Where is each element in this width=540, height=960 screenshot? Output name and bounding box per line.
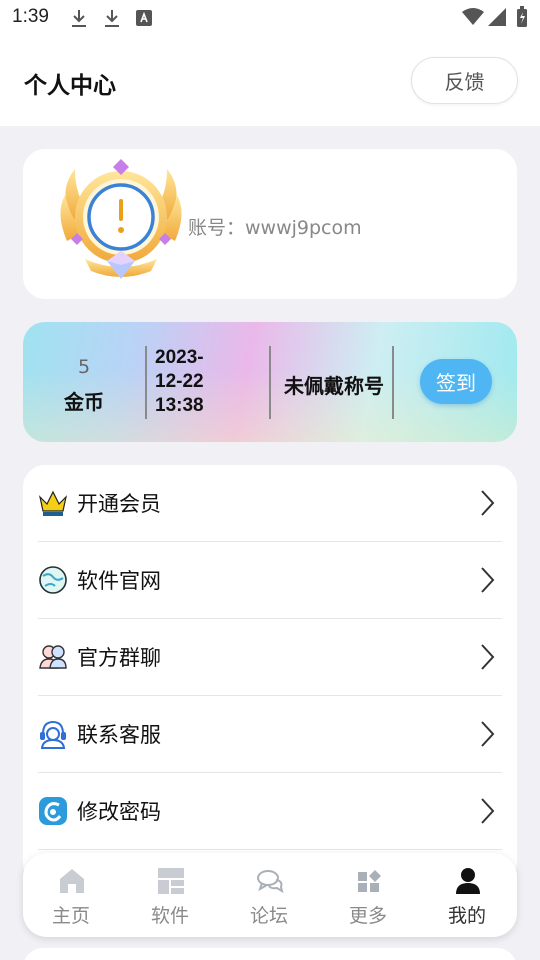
battery-icon [517, 6, 527, 27]
apps-icon [158, 868, 184, 894]
group-chat-icon [39, 645, 67, 669]
nav-item-home[interactable]: 主页 [31, 865, 111, 931]
next-card [23, 948, 517, 960]
chevron-right-icon [481, 721, 495, 747]
globe-icon [39, 566, 67, 594]
nav-label: 软件 [150, 905, 189, 927]
divider [145, 346, 147, 419]
customer-service-icon [40, 720, 66, 749]
coins-value: 5 [77, 356, 91, 378]
signal-icon [488, 8, 506, 26]
profile-icon [456, 868, 480, 894]
status-bar: 1:39 [0, 0, 540, 36]
nav-item-more[interactable]: 更多 [328, 865, 408, 931]
nav-label: 论坛 [249, 905, 288, 927]
date-line: 12-22 [155, 371, 204, 392]
nav-label: 更多 [348, 905, 387, 927]
divider [392, 346, 394, 419]
time-line: 13:38 [155, 395, 204, 416]
download-icon [72, 10, 86, 27]
account-id: 账号：wwwj9pcom [188, 217, 362, 239]
bottom-nav: 主页 软件 论坛 更多 我的 [23, 853, 517, 937]
nav-label: 主页 [51, 905, 90, 927]
avatar-badge-icon[interactable] [53, 151, 189, 285]
date-line: 2023- [155, 347, 204, 368]
menu-item-label: 修改密码 [77, 800, 161, 824]
wifi-icon [462, 8, 484, 25]
divider [269, 346, 271, 419]
more-icon [358, 870, 381, 892]
chevron-right-icon [481, 490, 495, 516]
download-icon [105, 10, 119, 27]
menu-item-label: 开通会员 [77, 492, 161, 516]
menu-item-customer-service[interactable]: 联系客服 [23, 696, 517, 773]
chevron-right-icon [481, 798, 495, 824]
forum-icon [257, 870, 284, 894]
nav-item-forum[interactable]: 论坛 [229, 865, 309, 931]
page-title: 个人中心 [24, 73, 116, 99]
status-time: 1:39 [12, 6, 49, 27]
menu-card: 开通会员 软件官网 官方群聊 联系客服 修改密码 [23, 465, 517, 885]
menu-item-change-password[interactable]: 修改密码 [23, 773, 517, 850]
menu-item-label: 联系客服 [77, 723, 161, 747]
checkin-button[interactable]: 签到 [420, 359, 492, 404]
menu-item-membership[interactable]: 开通会员 [23, 465, 517, 542]
header: 个人中心 反馈 [0, 36, 540, 126]
title-status: 未佩戴称号 [284, 374, 384, 398]
chevron-right-icon [481, 567, 495, 593]
coins-label: 金币 [64, 390, 104, 414]
crown-icon [38, 490, 68, 516]
menu-item-label: 软件官网 [77, 569, 161, 593]
app-notification-icon [136, 10, 152, 26]
nav-label: 我的 [447, 905, 486, 927]
date-time: 2023- 12-22 13:38 [155, 346, 265, 418]
nav-item-profile[interactable]: 我的 [427, 865, 507, 931]
menu-item-group-chat[interactable]: 官方群聊 [23, 619, 517, 696]
stats-card: 5 金币 2023- 12-22 13:38 未佩戴称号 签到 [23, 322, 517, 442]
divider [38, 849, 502, 850]
feedback-button[interactable]: 反馈 [411, 57, 518, 104]
menu-item-official-site[interactable]: 软件官网 [23, 542, 517, 619]
nav-item-apps[interactable]: 软件 [130, 865, 210, 931]
menu-item-label: 官方群聊 [77, 646, 161, 670]
password-icon [39, 797, 67, 825]
chevron-right-icon [481, 644, 495, 670]
home-icon [60, 869, 84, 893]
profile-card: 账号：wwwj9pcom [23, 149, 517, 299]
